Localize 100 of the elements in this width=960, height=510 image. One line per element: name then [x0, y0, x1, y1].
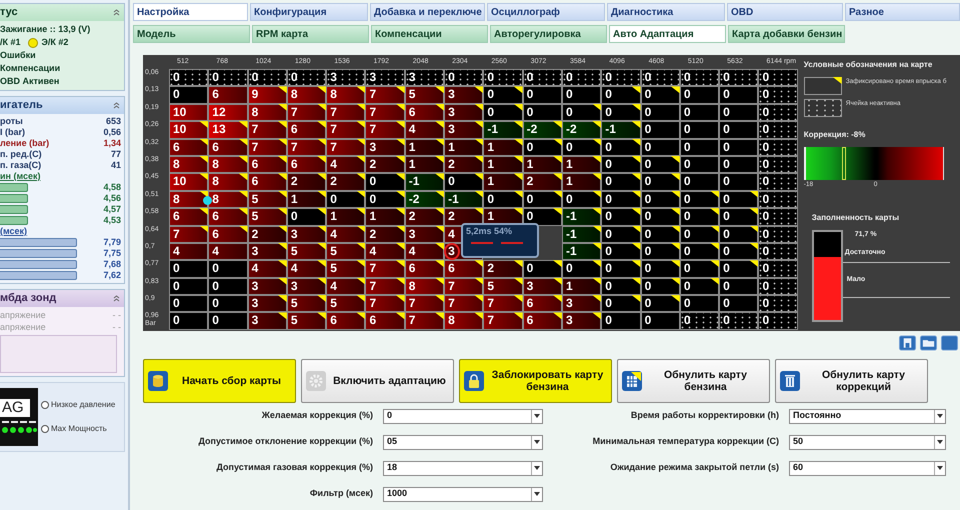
cell-value: 8 [448, 313, 455, 328]
cell-value: -1 [566, 209, 577, 224]
cell-value: 0 [605, 226, 612, 241]
cell-value: 10 [173, 122, 186, 136]
cell-value: 3 [369, 70, 376, 84]
cell-value: 2 [448, 156, 455, 171]
cell-value: 0 [605, 174, 612, 188]
logo-text: AG [0, 398, 30, 416]
cell-value: 0 [644, 87, 652, 102]
ignition-reading: Зажигание :: 13,9 (V) [0, 23, 92, 36]
cell-value: 0 [644, 226, 652, 241]
cell-value: 0 [684, 156, 691, 171]
cell-value: 0 [566, 104, 573, 119]
cell-value: 0 [487, 87, 494, 102]
cell-value: 4 [408, 244, 416, 258]
cell-value: 0 [723, 313, 730, 328]
cell-value: 1 [408, 156, 416, 171]
cell-value: 0 [566, 87, 573, 102]
cell-value: 0 [487, 192, 494, 206]
cell-value: 8 [173, 156, 180, 171]
cell-value: 5 [290, 244, 298, 258]
cell-value: 0 [723, 140, 730, 154]
cell-value: 0 [605, 104, 612, 119]
cell-value: 6 [252, 156, 258, 171]
cell-value: 0 [762, 70, 770, 84]
cell-value: 4 [369, 244, 376, 258]
cell-value: -2 [526, 122, 538, 136]
cell-value: 6 [290, 122, 298, 136]
reading-value: 41 [110, 160, 121, 171]
cell-value: 0 [605, 87, 612, 102]
reading-label: I (bar) [0, 127, 26, 138]
cell-value: 8 [408, 278, 416, 293]
cell-value: 0 [487, 70, 494, 84]
cell-value: 0 [684, 104, 691, 119]
cell-value: 7 [369, 104, 376, 119]
cell-value: 7 [290, 104, 298, 119]
cell-value: 3 [566, 313, 573, 328]
reading-value: 0,56 [103, 127, 121, 138]
cell-value: 4 [290, 261, 298, 276]
cell-value: 0 [369, 174, 376, 188]
cell-value: 13 [212, 122, 226, 136]
cell-value: 6 [173, 140, 180, 154]
reading-value: - - [112, 322, 121, 332]
cell-value: 4 [330, 226, 337, 241]
cell-value: 3 [290, 226, 298, 241]
cell-value: 0 [644, 174, 652, 188]
cell-value: 2 [487, 261, 494, 276]
cell-value: 7 [252, 122, 258, 136]
cell-value: 7 [369, 278, 376, 293]
cell-value: 2 [448, 209, 455, 224]
cell-value: 0 [290, 209, 298, 224]
cell-value: 5 [330, 261, 337, 276]
cell-value: 6 [212, 226, 219, 241]
cell-value: 0 [644, 140, 652, 154]
cell-value: 0 [762, 296, 770, 310]
cell-value: 6 [408, 104, 416, 119]
cell-value: 0 [684, 122, 691, 136]
cell-value: 1 [566, 156, 573, 171]
cell-value: 0 [605, 70, 612, 84]
cell-value: 3 [290, 278, 298, 293]
cell-value: 0 [212, 296, 219, 310]
cell-value: 0 [723, 244, 730, 258]
cell-value: 0 [173, 87, 180, 102]
cell-value: 0 [762, 313, 770, 328]
cell-value: 0 [644, 192, 652, 206]
cell-value: 10 [173, 174, 186, 188]
cell-value: 0 [684, 226, 691, 241]
cell-value: 0 [212, 313, 219, 328]
cell-value: 0 [605, 140, 612, 154]
cell-value: 0 [173, 313, 180, 328]
cell-value: 6 [408, 261, 416, 276]
panel-title: игатель [0, 98, 43, 114]
cell-value: 0 [369, 192, 376, 206]
cell-value: 7 [408, 313, 416, 328]
cell-value: 3 [252, 278, 258, 293]
cell-value: -1 [605, 122, 616, 136]
cell-value: 0 [526, 104, 534, 119]
panel-title: тус [0, 5, 18, 20]
cell-value: 4 [330, 278, 337, 293]
cell-value: 0 [526, 70, 534, 84]
cell-value: 6 [212, 209, 219, 224]
panel-title: мбда зонд [0, 291, 56, 306]
cell-value: 0 [212, 70, 219, 84]
cell-value: 0 [605, 278, 612, 293]
cell-value: 8 [212, 192, 219, 206]
cell-value: 0 [644, 209, 652, 224]
cell-value: 3 [448, 244, 455, 258]
cell-value: 1 [487, 174, 494, 188]
reading-value: 77 [110, 149, 121, 160]
reading-value: - - [112, 310, 121, 320]
cell-value: 3 [448, 122, 455, 136]
cell-value: 1 [566, 278, 573, 293]
cell-value: 6 [173, 209, 180, 224]
cell-value: 5 [252, 209, 258, 224]
cell-value: 0 [605, 156, 612, 171]
field-label: Допустимое отклонение коррекции (%) [197, 435, 374, 448]
reading-label: апряжение [0, 322, 46, 332]
cell-value: 0 [566, 70, 573, 84]
cell-value: 5 [330, 244, 337, 258]
cell-value: 0 [684, 261, 691, 276]
